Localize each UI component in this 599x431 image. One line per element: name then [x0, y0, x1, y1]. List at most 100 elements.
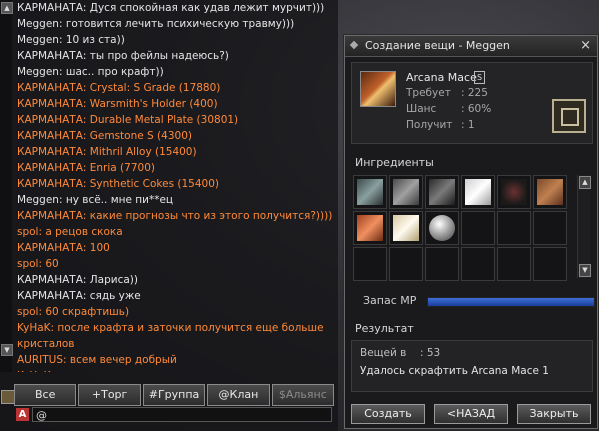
create-button[interactable]: Создать	[351, 404, 425, 424]
chat-line: КАРМАНАТА: Gemstone S (4300)	[17, 130, 192, 142]
ingredient-slot[interactable]	[461, 175, 495, 209]
result-label: Результат	[355, 322, 414, 335]
scroll-up-icon[interactable]: ▲	[579, 176, 591, 189]
ingredient-slot[interactable]	[497, 247, 531, 281]
chance-value: : 60%	[461, 103, 492, 115]
result-count-label: Вещей в	[360, 347, 407, 359]
craft-title: Создание вещи - Meggen	[365, 39, 510, 52]
requires-value: : 225	[461, 87, 488, 99]
tab-all[interactable]: Все	[14, 384, 77, 406]
chat-line: КАРМАНАТА: 100	[17, 242, 110, 254]
chat-line: КАРМАНАТА: Дуся спокойная как удав лежит…	[17, 2, 325, 14]
craft-title-bar[interactable]: Создание вещи - Meggen ×	[345, 36, 597, 57]
ingredient-slot[interactable]	[425, 211, 459, 245]
ingredients-scrollbar[interactable]: ▲ ▼	[577, 175, 591, 278]
chat-line: КАРМАНАТА: Durable Metal Plate (30801)	[17, 114, 239, 126]
crystal-s-grade-icon	[357, 215, 383, 241]
mp-bar-fill	[428, 298, 594, 306]
close-icon[interactable]: ×	[580, 38, 591, 53]
ingredient-slot[interactable]	[497, 175, 531, 209]
get-label: Получит	[406, 119, 453, 131]
chat-mode-icon[interactable]: A	[16, 408, 29, 421]
ingredients-grid	[353, 175, 575, 281]
chat-line: Meggen: шас.. про крафт))	[17, 66, 164, 78]
requires-row: Требует : 225	[406, 87, 488, 99]
get-row: Получит : 1	[406, 119, 475, 131]
chat-messages: КАРМАНАТА: Дуся спокойная как удав лежит…	[17, 0, 335, 372]
grade-badge: S	[474, 71, 485, 84]
item-name: Arcana Mace	[406, 71, 477, 84]
ingredient-slot[interactable]	[389, 175, 423, 209]
back-button[interactable]: <НАЗАД	[434, 404, 508, 424]
silver-sphere-icon	[429, 215, 455, 241]
chat-side-icons	[0, 384, 15, 431]
result-box: Вещей в : 53 Удалось скрафтить Arcana Ma…	[351, 340, 593, 392]
chat-tabs: Все +Торг #Группа @Клан $Альянс	[14, 384, 335, 406]
chat-line: КАРМАНАТА: какие прогнозы что из этого п…	[17, 210, 333, 222]
ingredient-slot[interactable]	[353, 211, 387, 245]
window-bullet-icon	[349, 40, 359, 50]
get-value: : 1	[461, 119, 475, 131]
ingredient-slot[interactable]	[353, 175, 387, 209]
chat-scrollbar[interactable]: ▲ ▼	[0, 0, 13, 372]
recipe-book-icon[interactable]	[552, 99, 586, 133]
chat-line: КАРМАНАТА: Synthetic Cokes (15400)	[17, 178, 219, 190]
ingredient-slot[interactable]	[425, 175, 459, 209]
mp-bar	[427, 297, 595, 307]
gemstone-s-icon	[357, 179, 383, 205]
mithril-alloy-icon	[465, 179, 491, 205]
chat-filter-icon[interactable]	[1, 390, 15, 404]
enria-crystal-icon	[393, 215, 419, 241]
chat-line: КАРМАНАТА: Warsmith's Holder (400)	[17, 98, 218, 110]
ingredient-slot[interactable]	[533, 247, 567, 281]
arcana-mace-icon	[360, 71, 396, 107]
scroll-down-icon[interactable]: ▼	[1, 344, 13, 356]
result-count-value: : 53	[420, 347, 441, 359]
ingredient-slot[interactable]	[533, 211, 567, 245]
synthetic-cokes-icon	[429, 179, 455, 205]
tab-clan[interactable]: @Клан	[207, 384, 270, 406]
warsmiths-holder-icon	[537, 179, 563, 205]
ingredient-slot[interactable]	[461, 211, 495, 245]
chat-line: Meggen: 10 из ста))	[17, 34, 125, 46]
chat-line: КАРМАНАТА: ты про фейлы надеюсь?)	[17, 50, 229, 62]
durable-metal-plate-icon	[393, 179, 419, 205]
tab-trade[interactable]: +Торг	[78, 384, 141, 406]
ingredient-slot[interactable]	[533, 175, 567, 209]
chat-line: AURITUS: всем вечер добрый	[17, 354, 177, 366]
chat-line: KyHaK: прет	[17, 368, 335, 372]
chat-window: ▲ ▼ КАРМАНАТА: Дуся спокойная как удав л…	[0, 0, 338, 431]
chat-line: кристалов	[17, 338, 75, 350]
chance-label: Шанс	[406, 103, 437, 115]
ingredient-slot[interactable]	[389, 211, 423, 245]
close-button[interactable]: Закрыть	[517, 404, 591, 424]
chat-line: spol: 60	[17, 258, 59, 270]
chat-line: Meggen: готовится лечить психическую тра…	[17, 18, 295, 30]
chat-line: spol: а рецов скока	[17, 226, 123, 238]
chat-line: КАРМАНАТА: Лариса))	[17, 274, 138, 286]
chat-line: КАРМАНАТА: Enria (7700)	[17, 162, 155, 174]
result-message: Удалось скрафтить Arcana Mace 1	[360, 365, 549, 377]
ingredient-slot[interactable]	[497, 211, 531, 245]
tab-party[interactable]: #Группа	[142, 384, 206, 406]
tab-alliance[interactable]: $Альянс	[271, 384, 335, 406]
craft-window: Создание вещи - Meggen × Arcana Mace S Т…	[344, 35, 598, 429]
chance-row: Шанс : 60%	[406, 103, 491, 115]
chat-line: Meggen: ну всё.. мне пи**ец	[17, 194, 174, 206]
mp-row: Запас MP	[353, 292, 595, 310]
craft-buttons: Создать <НАЗАД Закрыть	[351, 404, 591, 424]
ingredient-slot[interactable]	[425, 247, 459, 281]
ingredient-slot[interactable]	[389, 247, 423, 281]
scroll-up-icon[interactable]: ▲	[1, 2, 13, 14]
chat-input[interactable]: @	[32, 407, 332, 422]
ingredient-slot[interactable]	[461, 247, 495, 281]
ingredient-slot[interactable]	[353, 247, 387, 281]
chat-line: КАРМАНАТА: Crystal: S Grade (17880)	[17, 82, 221, 94]
ingredients-label: Ингредиенты	[355, 156, 434, 169]
scroll-down-icon[interactable]: ▼	[579, 264, 591, 277]
chat-line: spol: 60 скрафтишь)	[17, 306, 130, 318]
mp-label: Запас MP	[363, 294, 417, 307]
item-info-box: Arcana Mace S Требует : 225 Шанс : 60% П…	[351, 62, 593, 144]
requires-label: Требует	[406, 87, 451, 99]
chat-line: KyHaK: после крафта и заточки получится …	[17, 322, 324, 334]
